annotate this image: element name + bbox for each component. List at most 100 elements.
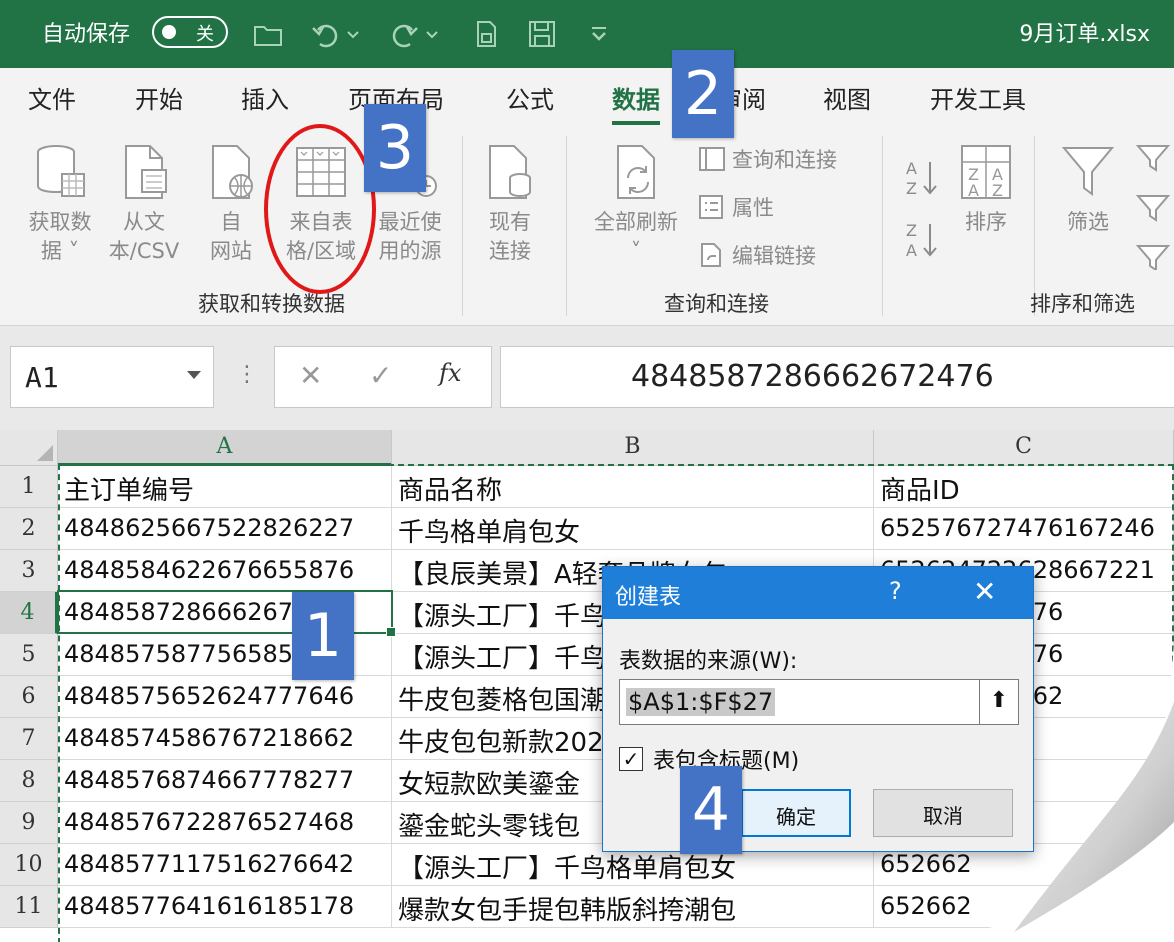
existing-label-1: 现有	[489, 210, 531, 234]
ribbon-tabs: 文件 开始 插入 页面布局 公式 数据 审阅 视图 开发工具	[0, 68, 1174, 126]
row-header[interactable]: 10	[0, 844, 58, 886]
collapse-dialog-icon[interactable]: ⬆	[979, 679, 1019, 725]
source-range-input[interactable]: $A$1:$F$27	[619, 679, 981, 725]
dialog-title: 创建表	[615, 585, 682, 610]
edit-links-button[interactable]: 编辑链接	[698, 240, 816, 270]
column-header-b[interactable]: B	[392, 430, 874, 466]
existing-connections-icon	[489, 145, 531, 199]
customize-toolbar-icon[interactable]	[588, 18, 610, 50]
properties-button[interactable]: 属性	[698, 192, 774, 222]
row-header[interactable]: 8	[0, 760, 58, 802]
row-header[interactable]: 3	[0, 550, 58, 592]
dialog-title-bar: 创建表 ? ✕	[603, 567, 1033, 619]
ok-button[interactable]: 确定	[741, 789, 851, 837]
step-badge-1: 1	[292, 592, 354, 680]
ribbon-separator	[882, 136, 883, 316]
refresh-all-dropdown: ˅	[630, 239, 642, 263]
table-cell[interactable]: 爆款女包手提包韩版斜挎潮包	[392, 886, 874, 928]
headers-checkbox[interactable]: ✓	[619, 747, 643, 771]
tab-insert[interactable]: 插入	[241, 80, 289, 115]
drag-handle-icon[interactable]: ⋮	[236, 362, 258, 387]
autosave-toggle[interactable]: 关	[152, 16, 228, 48]
cancel-entry-icon[interactable]: ✕	[299, 359, 322, 392]
tab-formulas[interactable]: 公式	[506, 80, 554, 115]
sort-ascending-icon[interactable]: AZ	[904, 156, 940, 200]
undo-icon[interactable]	[310, 18, 342, 50]
name-box[interactable]: A1	[10, 346, 214, 408]
queries-connections-button[interactable]: 查询和连接	[698, 144, 837, 174]
cancel-button[interactable]: 取消	[873, 789, 1013, 837]
ribbon-data: 获取数 据 ˅ 从文 本/CSV 自 网站 来自表 格/区域 最近使 用的源 现…	[0, 126, 1174, 326]
from-web-button[interactable]: 自 网站	[196, 142, 266, 266]
tab-view[interactable]: 视图	[823, 80, 871, 115]
chevron-down-icon[interactable]	[187, 371, 201, 379]
print-preview-icon[interactable]	[470, 18, 502, 50]
chevron-down-icon[interactable]	[424, 18, 440, 50]
formula-input[interactable]: 4848587286662672476	[500, 346, 1174, 408]
advanced-filter-icons[interactable]	[1134, 140, 1174, 270]
from-web-label-1: 自	[220, 210, 242, 234]
row-header[interactable]: 7	[0, 718, 58, 760]
help-icon[interactable]: ?	[889, 577, 902, 605]
edit-links-icon	[701, 243, 721, 267]
formula-buttons: ✕ ✓ fx	[274, 346, 492, 408]
get-data-label-2: 据 ˅	[40, 239, 80, 263]
table-cell[interactable]: 4848577117516276642	[58, 844, 392, 886]
table-cell[interactable]: 4848575652624777646	[58, 676, 392, 718]
sort-label: 排序	[965, 210, 1007, 234]
svg-text:A: A	[906, 159, 917, 178]
tab-home[interactable]: 开始	[135, 80, 183, 115]
source-label: 表数据的来源(W):	[619, 649, 798, 674]
close-icon[interactable]: ✕	[973, 575, 996, 608]
sort-button[interactable]: ZAAZ 排序	[950, 142, 1022, 237]
table-cell[interactable]: 652662	[874, 886, 1174, 928]
tab-file[interactable]: 文件	[28, 80, 76, 115]
select-all-button[interactable]	[0, 430, 58, 466]
row-header[interactable]: 4	[0, 592, 58, 634]
svg-text:Z: Z	[906, 221, 917, 240]
table-cell[interactable]: 4848577641616185178	[58, 886, 392, 928]
filter-funnel-icon	[1061, 147, 1115, 196]
existing-connections-button[interactable]: 现有 连接	[474, 142, 546, 266]
table-cell[interactable]: 652576727476167246	[874, 508, 1174, 550]
row-header[interactable]: 9	[0, 802, 58, 844]
confirm-entry-icon[interactable]: ✓	[369, 359, 392, 392]
step-badge-3: 3	[364, 104, 426, 192]
edit-links-label: 编辑链接	[732, 244, 816, 268]
from-text-label-1: 从文	[123, 210, 165, 234]
insert-function-icon[interactable]: fx	[439, 359, 461, 387]
autosave-label: 自动保存	[42, 22, 131, 47]
text-file-icon	[125, 145, 167, 199]
row-header[interactable]: 6	[0, 676, 58, 718]
queries-connections-label: 查询和连接	[732, 148, 837, 172]
sort-dialog-icon: Z AA Z	[961, 145, 1011, 200]
file-name: 9月订单.xlsx	[1019, 22, 1150, 47]
from-text-csv-button[interactable]: 从文 本/CSV	[100, 142, 188, 266]
table-cell[interactable]: 4848574586767218662	[58, 718, 392, 760]
svg-text:A: A	[968, 181, 979, 200]
get-data-button[interactable]: 获取数 据 ˅	[18, 142, 102, 266]
filter-button[interactable]: 筛选	[1052, 142, 1124, 237]
tab-developer[interactable]: 开发工具	[930, 80, 1026, 115]
table-cell[interactable]: 4848576874667778277	[58, 760, 392, 802]
table-cell[interactable]: 商品ID	[874, 466, 1174, 508]
refresh-all-button[interactable]: 全部刷新 ˅	[584, 142, 688, 266]
save-icon[interactable]	[526, 18, 558, 50]
tab-data[interactable]: 数据	[612, 80, 660, 125]
table-cell[interactable]: 4848584622676655876	[58, 550, 392, 592]
redo-icon[interactable]	[388, 18, 420, 50]
chevron-down-icon[interactable]	[345, 18, 361, 50]
table-cell[interactable]: 千鸟格单肩包女	[392, 508, 874, 550]
row-header[interactable]: 11	[0, 886, 58, 928]
table-cell[interactable]: 4848625667522826227	[58, 508, 392, 550]
row-header[interactable]: 5	[0, 634, 58, 676]
table-cell[interactable]: 4848576722876527468	[58, 802, 392, 844]
sort-descending-icon[interactable]: ZA	[904, 218, 940, 262]
table-cell[interactable]: 主订单编号	[58, 466, 392, 508]
table-cell[interactable]: 商品名称	[392, 466, 874, 508]
column-header-a[interactable]: A	[58, 430, 392, 466]
open-folder-icon[interactable]	[252, 18, 284, 50]
row-header[interactable]: 2	[0, 508, 58, 550]
column-header-c[interactable]: C	[874, 430, 1174, 466]
row-header[interactable]: 1	[0, 466, 58, 508]
